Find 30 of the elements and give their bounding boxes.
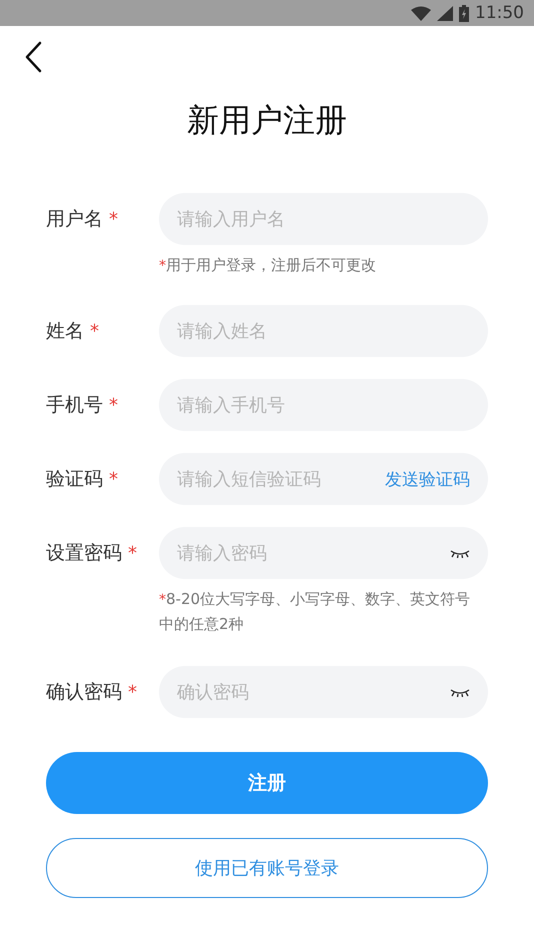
hint-text: *用于用户登录，注册后不可更改 <box>159 255 377 276</box>
field-label: 用户名 <box>46 207 103 232</box>
field-label: 设置密码 <box>46 541 122 566</box>
required-mark: * <box>109 208 118 230</box>
hint-text: *8-20位大写字母、小写字母、数字、英文符号中的任意2种 <box>159 589 472 635</box>
wifi-icon <box>411 6 431 20</box>
register-button[interactable]: 注册 <box>46 752 488 814</box>
input-field[interactable]: 请输入手机号 <box>159 379 488 431</box>
battery-icon <box>459 4 469 22</box>
input-field[interactable]: 请输入姓名 <box>159 305 488 357</box>
required-mark: * <box>128 682 137 702</box>
input-field[interactable]: 请输入用户名 <box>159 193 488 245</box>
status-time: 11:50 <box>475 3 524 23</box>
send-code-link[interactable]: 发送验证码 <box>385 468 470 491</box>
field-label: 验证码 <box>46 467 103 492</box>
eye-closed-icon[interactable] <box>450 549 470 558</box>
field-label: 确认密码 <box>46 680 122 705</box>
required-mark: * <box>109 394 118 416</box>
eye-closed-icon[interactable] <box>450 688 470 697</box>
login-button[interactable]: 使用已有账号登录 <box>46 838 488 898</box>
field-label: 手机号 <box>46 393 103 418</box>
page-title: 新用户注册 <box>186 100 348 141</box>
input-field[interactable]: 请输入密码 <box>159 527 488 579</box>
required-mark: * <box>90 320 99 342</box>
required-mark: * <box>109 468 118 490</box>
back-icon[interactable] <box>24 41 42 73</box>
signal-icon <box>437 6 453 20</box>
field-label: 姓名 <box>46 319 84 344</box>
required-mark: * <box>128 542 137 564</box>
input-field[interactable]: 确认密码 <box>159 666 488 718</box>
